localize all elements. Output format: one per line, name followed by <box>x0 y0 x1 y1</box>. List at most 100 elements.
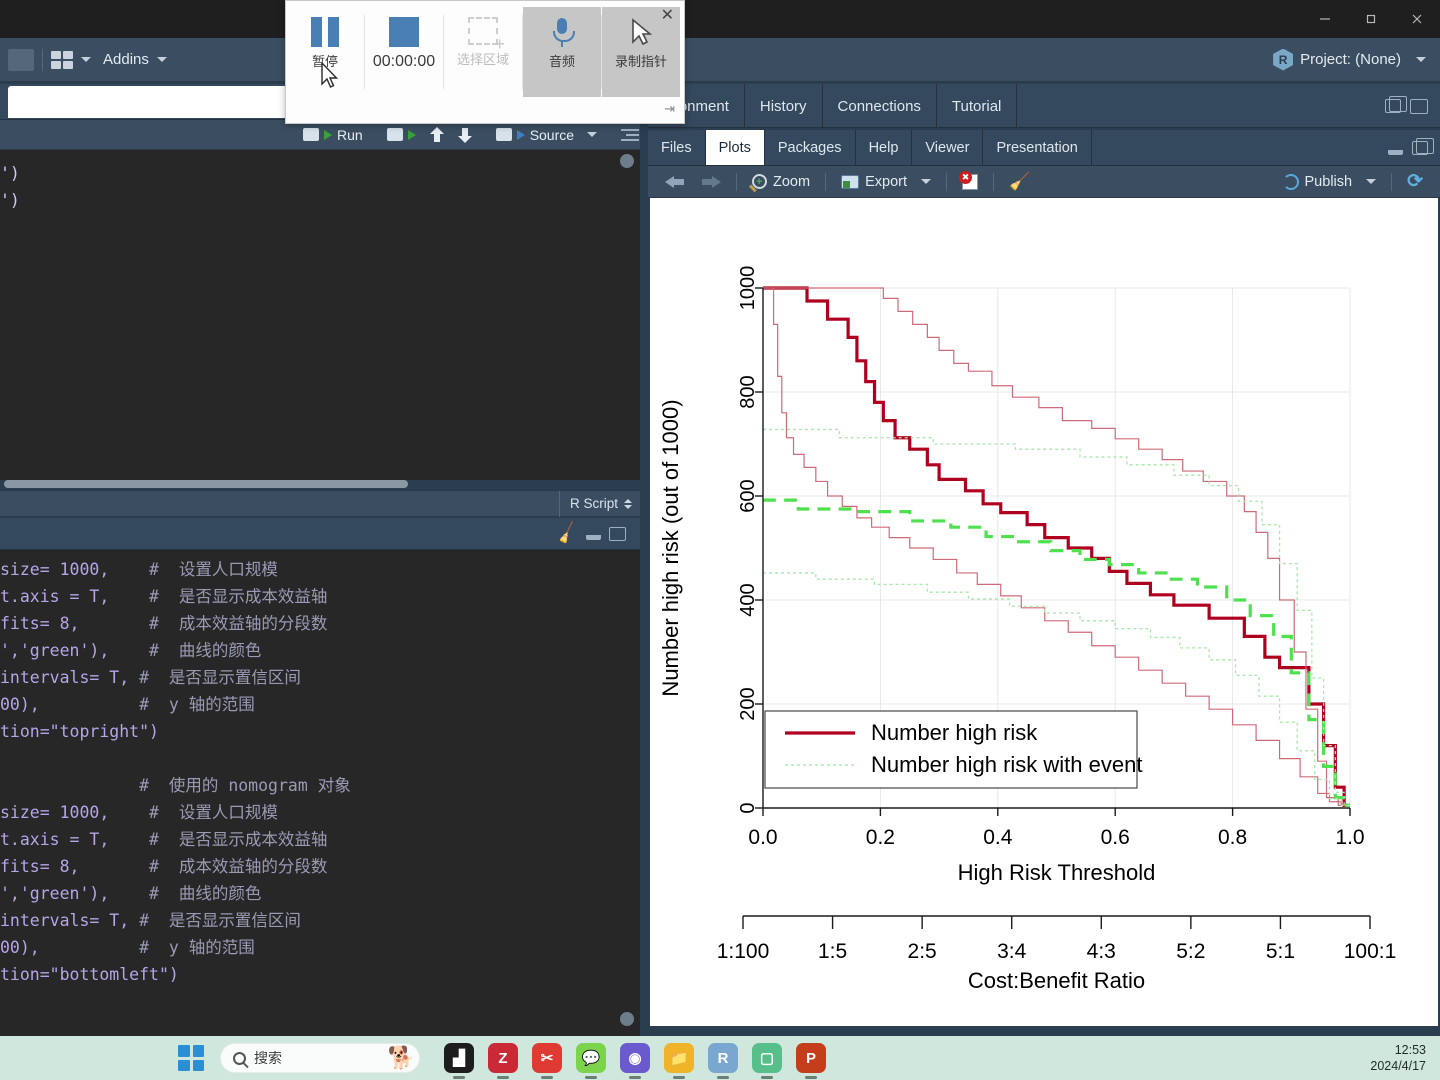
environment-maximize-icon[interactable] <box>1410 98 1428 114</box>
app-snipaste-icon[interactable]: ✂ <box>532 1043 562 1079</box>
app-screen-recorder-icon[interactable]: ▢ <box>752 1043 782 1079</box>
recorder-pointer-label: 录制指针 <box>614 54 667 69</box>
source-pane: Run Source ') ') R Script <box>0 84 640 517</box>
project-selector[interactable]: R Project: (None) <box>1273 48 1432 71</box>
plot-clear-all-button[interactable]: 🧹 <box>1002 169 1037 195</box>
source-code-area[interactable]: ') ') <box>0 150 640 480</box>
maximize-restore-button[interactable] <box>1348 0 1394 38</box>
source-caret-icon[interactable] <box>587 132 598 137</box>
source-icon <box>495 128 512 141</box>
go-down-button[interactable] <box>451 122 479 148</box>
select-area-icon <box>468 17 505 53</box>
plot-publish-button[interactable]: Publish <box>1276 169 1384 195</box>
y-axis-tick-label: 600 <box>737 479 759 512</box>
app-file-explorer-icon[interactable]: 📁 <box>664 1043 694 1079</box>
plots-tab-files[interactable]: Files <box>648 130 706 165</box>
screen-recorder-toolbar[interactable]: ✕ 暂停 00:00:00 选择区域 音频 <box>285 0 685 124</box>
app-zotero-icon[interactable]: Z <box>488 1043 518 1079</box>
plot-export-button[interactable]: Export <box>834 169 938 195</box>
recorder-pause-button[interactable]: 暂停 <box>286 7 364 97</box>
cost-benefit-tick-label: 2:5 <box>908 940 937 963</box>
go-up-button[interactable] <box>423 122 451 148</box>
plots-minimize-icon[interactable] <box>1388 148 1403 155</box>
rerun-icon <box>386 128 403 141</box>
app-rstudio-icon[interactable]: R <box>708 1043 738 1079</box>
close-button[interactable] <box>1394 0 1440 38</box>
source-vertical-scrollbar[interactable] <box>620 154 634 478</box>
environment-tab-tutorial[interactable]: Tutorial <box>937 84 1018 128</box>
run-button[interactable]: Run <box>296 122 370 148</box>
taskbar-clock[interactable]: 12:53 2024/4/17 <box>1370 1042 1426 1074</box>
environment-tab-connections[interactable]: Connections <box>823 84 937 128</box>
plot-refresh-button[interactable]: ⟳ <box>1400 169 1430 195</box>
console-maximize-icon[interactable] <box>609 526 626 541</box>
window-titlebar <box>0 0 1440 38</box>
plots-toolbar-divider-2 <box>825 172 827 191</box>
plot-remove-button[interactable] <box>955 169 985 195</box>
addins-grid-icon[interactable] <box>51 50 73 69</box>
x-axis-tick-label: 0.2 <box>866 826 895 849</box>
taskbar-search-box[interactable]: 搜索 🐕 <box>220 1043 420 1073</box>
export-caret-icon[interactable] <box>921 179 931 184</box>
recorder-pin-button[interactable]: ⇥ <box>664 101 675 117</box>
environment-restore-icon[interactable] <box>1385 96 1407 113</box>
source-horizontal-scrollbar[interactable] <box>0 480 620 490</box>
recorder-timer: 00:00:00 <box>372 53 436 70</box>
console-tabbar: 🧹 <box>0 518 640 550</box>
source-file-tab[interactable] <box>8 86 288 118</box>
source-arrow-icon <box>516 129 525 140</box>
addins-label[interactable]: Addins <box>103 51 149 68</box>
broom-icon[interactable]: 🧹 <box>554 520 581 546</box>
plots-toolbar-divider-3 <box>946 172 947 191</box>
plot-forward-button[interactable] <box>694 169 728 195</box>
minimize-button[interactable] <box>1302 0 1348 38</box>
pane-layout-button[interactable] <box>8 48 34 71</box>
console-scroll-thumb[interactable] <box>620 1012 634 1026</box>
clear-all-plots-icon: 🧹 <box>1009 171 1031 191</box>
environment-pane-icons <box>1385 84 1428 128</box>
console-code-line: intervals= T, # 是否显示置信区间 <box>0 668 301 687</box>
source-type-selector[interactable]: R Script <box>558 490 640 517</box>
recorder-close-button[interactable]: ✕ <box>661 8 674 24</box>
recorder-select-area-button[interactable]: 选择区域 <box>444 7 522 97</box>
environment-tab-history[interactable]: History <box>745 84 823 128</box>
desktop-pet-icon[interactable]: 🐕 <box>388 1045 415 1071</box>
addins-dropdown-caret-icon[interactable] <box>156 57 167 62</box>
plots-restore-icon[interactable] <box>1412 138 1434 155</box>
app-powerpoint-icon[interactable]: P <box>796 1043 826 1079</box>
source-vscroll-thumb[interactable] <box>620 154 634 168</box>
app-listary-icon[interactable]: ▟ <box>444 1043 474 1079</box>
plots-tab-packages[interactable]: Packages <box>765 130 856 165</box>
project-caret-icon[interactable] <box>1416 57 1426 62</box>
recorder-stop-button[interactable]: 00:00:00 <box>365 7 443 97</box>
plot-background <box>650 198 1438 1026</box>
arrow-left-icon <box>665 175 685 189</box>
document-outline-button[interactable] <box>614 122 646 148</box>
publish-caret-icon[interactable] <box>1366 179 1377 184</box>
windows-taskbar: 搜索 🐕 ▟ Z ✂ 💬 ◉ 📁 R ▢ P 12:53 2024/4/17 <box>0 1036 1440 1080</box>
plot-zoom-button[interactable]: + Zoom <box>745 169 817 195</box>
console-code-area[interactable]: size= 1000, # 设置人口规模 t.axis = T, # 是否显示成本… <box>0 550 640 1036</box>
addins-caret-icon[interactable] <box>81 57 91 62</box>
recorder-select-area-label: 选择区域 <box>456 52 509 67</box>
plots-tab-presentation[interactable]: Presentation <box>983 130 1092 165</box>
source-button[interactable]: Source <box>489 122 604 148</box>
source-hscroll-thumb[interactable] <box>4 480 408 488</box>
console-minimize-icon[interactable] <box>586 533 601 540</box>
plot-back-button[interactable] <box>658 169 692 195</box>
cost-benefit-tick-label: 3:4 <box>997 940 1027 963</box>
tab-label: Plots <box>718 139 751 156</box>
plot-canvas[interactable]: 0 200 400 600 800 1000 0.0 0.2 0.4 0.6 0.8 1.0 Numbe… <box>650 198 1438 1026</box>
source-statusbar: R Script <box>0 490 640 517</box>
windows-start-icon[interactable] <box>178 1045 204 1071</box>
plots-tab-help[interactable]: Help <box>856 130 913 165</box>
plots-tab-viewer[interactable]: Viewer <box>912 130 984 165</box>
plots-tab-plots[interactable]: Plots <box>705 130 765 165</box>
cost-benefit-tick-label: 100:1 <box>1344 940 1397 963</box>
app-chrome-icon[interactable]: ◉ <box>620 1043 650 1079</box>
recorder-audio-button[interactable]: 音频 <box>523 7 601 97</box>
rerun-button[interactable] <box>380 122 423 148</box>
rstudio-window: Addins R Project: (None) Run Source ') '… <box>0 0 1440 1036</box>
app-wechat-icon[interactable]: 💬 <box>576 1043 606 1079</box>
plot-export-label: Export <box>865 173 907 190</box>
